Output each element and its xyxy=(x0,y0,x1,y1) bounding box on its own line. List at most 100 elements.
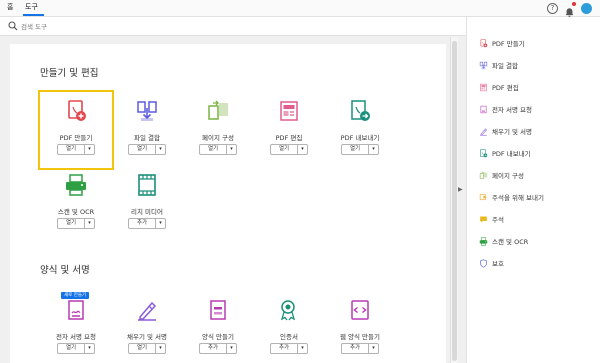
send-comments-icon xyxy=(479,193,487,200)
tool-action-button[interactable]: 열기 ▾ xyxy=(57,343,95,354)
tool-action-label[interactable]: 열기 xyxy=(58,219,84,228)
organize-pages-icon xyxy=(208,100,228,120)
chevron-down-icon[interactable]: ▾ xyxy=(84,344,94,353)
tool-action-button[interactable]: 추가 ▾ xyxy=(341,343,379,354)
tool-tile[interactable]: PDF 내보내기 열기 ▾ xyxy=(324,92,396,168)
scan-ocr-icon xyxy=(66,174,86,196)
export-pdf-icon xyxy=(480,148,488,157)
tool-tile[interactable]: 페이지 구성열기 ▾ xyxy=(182,92,254,168)
chevron-down-icon[interactable]: ▾ xyxy=(297,145,307,154)
chevron-down-icon[interactable]: ▾ xyxy=(155,344,165,353)
panel-tool-item[interactable]: 페이지 구성 xyxy=(479,168,524,182)
scan-ocr-icon xyxy=(479,236,488,246)
tool-action-button[interactable]: 열기 ▾ xyxy=(199,144,237,155)
tool-tile[interactable]: 웹 양식 만들기추가 ▾ xyxy=(324,291,396,363)
tool-label: 스캔 및 OCR xyxy=(57,208,95,216)
tool-label: 페이지 구성 xyxy=(202,134,234,142)
tool-action-button[interactable]: 추가 ▾ xyxy=(199,343,237,354)
tool-action-label[interactable]: 추가 xyxy=(129,219,155,228)
create-pdf-icon xyxy=(480,38,488,47)
chevron-down-icon[interactable]: ▾ xyxy=(155,219,165,228)
organize-pages-icon xyxy=(479,171,488,179)
panel-tool-item[interactable]: 주석 xyxy=(479,212,504,226)
tool-action-label[interactable]: 열기 xyxy=(129,344,155,353)
tool-action-button[interactable]: 열기 ▾ xyxy=(57,218,95,229)
scrollbar[interactable] xyxy=(450,37,458,363)
create-pdf-icon xyxy=(68,100,86,121)
tool-tile[interactable]: 리치 미디어 추가 ▾ xyxy=(111,166,183,242)
collapse-panel-icon[interactable]: ▶ xyxy=(458,186,463,193)
tool-action-label[interactable]: 열기 xyxy=(58,344,84,353)
tool-action-label[interactable]: 추가 xyxy=(200,344,226,353)
tab-home[interactable]: 홈 xyxy=(7,2,13,12)
tool-tile[interactable]: 파일 결합 열기 ▾ xyxy=(111,92,183,168)
notifications-icon[interactable] xyxy=(564,2,576,17)
tool-action-label[interactable]: 추가 xyxy=(271,344,297,353)
panel-tool-item[interactable]: PDF 내보내기 xyxy=(479,146,531,160)
tool-action-button[interactable]: 추가 ▾ xyxy=(270,343,308,354)
combine-files-icon xyxy=(137,101,157,121)
active-tab-indicator xyxy=(23,14,44,16)
tool-tile[interactable]: 채우기 및 서명 열기 ▾ xyxy=(111,291,183,363)
tool-tile[interactable]: 새로 만들기 전자 서명 요청 열기 ▾ xyxy=(40,291,112,363)
tool-action-button[interactable]: 열기 ▾ xyxy=(128,144,166,155)
tools-area: 만들기 및 편집 양식 및 서명 PDF 만들기 열기 ▾ 파일 결합 열기 ▾ 페이지 구… xyxy=(0,37,450,363)
chevron-down-icon[interactable]: ▾ xyxy=(84,219,94,228)
panel-tool-item[interactable]: PDF 만들기 xyxy=(479,36,525,50)
export-pdf-icon xyxy=(351,100,370,121)
panel-tool-item[interactable]: 보호 xyxy=(479,256,504,270)
combine-files-icon xyxy=(479,61,488,69)
tool-action-label[interactable]: 열기 xyxy=(58,145,84,154)
tool-label: PDF 만들기 xyxy=(59,134,93,142)
tool-tile[interactable]: PDF 편집열기 ▾ xyxy=(253,92,325,168)
tool-label: 전자 서명 요청 xyxy=(55,333,96,341)
tool-action-label[interactable]: 열기 xyxy=(342,145,368,154)
scroll-thumb[interactable] xyxy=(452,41,457,361)
panel-tool-label: PDF 편집 xyxy=(492,84,519,92)
tool-action-label[interactable]: 열기 xyxy=(271,145,297,154)
tab-tools[interactable]: 도구 xyxy=(25,2,38,12)
panel-tool-item[interactable]: 채우기 및 서명 xyxy=(479,124,532,138)
chevron-down-icon[interactable]: ▾ xyxy=(155,145,165,154)
panel-tool-item[interactable]: 전자 서명 요청 xyxy=(479,102,532,116)
edit-pdf-icon xyxy=(480,83,487,91)
panel-tool-label: 전자 서명 요청 xyxy=(492,106,533,114)
chevron-down-icon[interactable]: ▾ xyxy=(226,344,236,353)
panel-tool-label: PDF 만들기 xyxy=(492,40,525,48)
tool-action-button[interactable]: 열기 ▾ xyxy=(128,343,166,354)
tool-tile[interactable]: 스캔 및 OCR 열기 ▾ xyxy=(40,166,112,242)
search-icon xyxy=(8,21,18,31)
tool-tile[interactable]: PDF 만들기열기 ▾ xyxy=(38,90,114,170)
web-form-icon xyxy=(351,300,369,320)
top-bar: 홈 도구 ? xyxy=(0,0,600,17)
tool-action-button[interactable]: 열기 ▾ xyxy=(57,144,95,155)
chevron-down-icon[interactable]: ▾ xyxy=(297,344,307,353)
search-input[interactable] xyxy=(21,21,221,32)
tool-action-label[interactable]: 열기 xyxy=(200,145,226,154)
rich-media-icon xyxy=(138,174,156,196)
tool-tile[interactable]: 양식 만들기 추가 ▾ xyxy=(182,291,254,363)
panel-tool-label: 스캔 및 OCR xyxy=(492,238,529,246)
chevron-down-icon[interactable]: ▾ xyxy=(84,145,94,154)
chevron-down-icon[interactable]: ▾ xyxy=(368,145,378,154)
panel-tool-item[interactable]: 파일 결합 xyxy=(479,58,518,72)
panel-tool-label: 주석을 위해 보내기 xyxy=(492,194,544,202)
protect-icon xyxy=(480,258,487,268)
avatar[interactable] xyxy=(581,3,592,14)
panel-tool-item[interactable]: 주석을 위해 보내기 xyxy=(479,190,544,204)
panel-tool-item[interactable]: PDF 편집 xyxy=(479,80,519,94)
tool-action-label[interactable]: 열기 xyxy=(129,145,155,154)
chevron-down-icon[interactable]: ▾ xyxy=(226,145,236,154)
tool-action-button[interactable]: 열기 ▾ xyxy=(341,144,379,155)
tool-tile[interactable]: 인증서 추가 ▾ xyxy=(253,291,325,363)
tool-action-button[interactable]: 추가 ▾ xyxy=(128,218,166,229)
help-icon[interactable]: ? xyxy=(547,3,558,14)
tool-label: 웹 양식 만들기 xyxy=(339,333,380,341)
fill-sign-icon xyxy=(138,301,157,321)
tool-label: PDF 편집 xyxy=(275,134,303,142)
panel-tool-label: 페이지 구성 xyxy=(492,172,524,180)
panel-tool-item[interactable]: 스캔 및 OCR xyxy=(479,234,528,248)
tool-action-label[interactable]: 추가 xyxy=(342,344,368,353)
chevron-down-icon[interactable]: ▾ xyxy=(368,344,378,353)
tool-action-button[interactable]: 열기 ▾ xyxy=(270,144,308,155)
